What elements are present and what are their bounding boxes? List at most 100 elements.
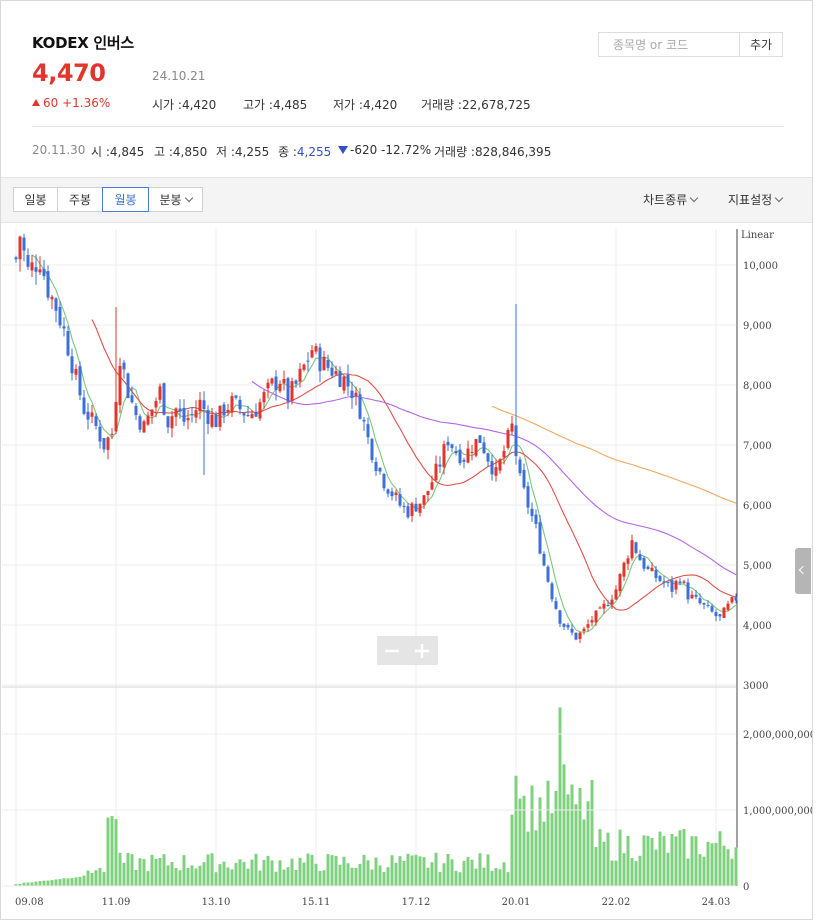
stock-chart[interactable]: Linear 10,000 9,000 8,000 7,000 6,000 5,000 4,0…: [1, 1, 812, 919]
volume-bar: [454, 870, 458, 886]
volume-bar: [338, 864, 342, 886]
candle-body: [562, 623, 566, 627]
candle-body: [278, 383, 282, 392]
x-tick-label: 17.12: [402, 897, 431, 908]
volume-bar: [94, 870, 98, 886]
candle-body: [722, 607, 726, 618]
volume-bar: [142, 859, 146, 886]
volume-bar: [198, 865, 202, 886]
candle-body: [590, 620, 594, 623]
candle-body: [474, 439, 478, 456]
candle-body: [398, 494, 402, 506]
volume-bar: [474, 868, 478, 886]
volume-bar: [182, 855, 186, 886]
candle-body: [26, 255, 30, 267]
candle-body: [158, 386, 162, 400]
x-tick-label: 22.02: [602, 897, 631, 908]
volume-bar: [130, 854, 134, 886]
candle-body: [350, 390, 354, 399]
volume-bar: [370, 869, 374, 886]
volume-bar: [250, 859, 254, 886]
candle-body: [170, 416, 174, 429]
zoom-control[interactable]: [377, 636, 438, 665]
volume-bar: [62, 878, 66, 886]
candle-body: [274, 376, 278, 390]
candle-body: [606, 605, 610, 607]
candle-body: [638, 554, 642, 561]
volume-bar: [154, 858, 158, 886]
volume-bar: [354, 867, 358, 886]
volume-bar: [246, 868, 250, 886]
volume-bar: [590, 780, 594, 886]
candle-body: [490, 461, 494, 475]
candle-body: [38, 269, 42, 273]
volume-bar: [238, 859, 242, 886]
candle-body: [358, 394, 362, 419]
volume-bar: [430, 862, 434, 886]
candle-body: [422, 495, 426, 505]
side-panel-toggle[interactable]: [795, 548, 811, 594]
candle-body: [430, 482, 434, 490]
candle-body: [130, 395, 134, 403]
candle-body: [30, 262, 34, 271]
volume-bar: [498, 869, 502, 886]
candle-body: [182, 407, 186, 422]
volume-bar: [378, 865, 382, 886]
volume-bar: [542, 821, 546, 886]
candle-body: [54, 298, 58, 311]
volume-bar: [334, 856, 338, 886]
volume-bar: [722, 845, 726, 886]
candle-body: [530, 508, 534, 517]
volume-bar: [234, 862, 238, 886]
candle-body: [642, 558, 646, 569]
candle-body: [294, 380, 298, 384]
volume-bar: [538, 797, 542, 886]
candle-body: [366, 424, 370, 438]
volume-bar: [586, 801, 590, 886]
volume-bar: [82, 875, 86, 886]
volume-bar: [350, 867, 354, 886]
candle-body: [450, 444, 454, 448]
candle-body: [318, 347, 322, 372]
candle-body: [678, 581, 682, 584]
volume-bar: [606, 832, 610, 886]
candle-body: [50, 296, 54, 300]
tab-monthly[interactable]: 월봉: [102, 187, 149, 212]
candle-body: [122, 362, 126, 370]
candle-body: [374, 461, 378, 472]
volume-bar: [694, 836, 698, 886]
candle-body: [194, 410, 198, 418]
volume-bar: [74, 877, 78, 886]
candle-body: [282, 378, 286, 383]
volume-bar: [98, 867, 102, 886]
volume-bar: [58, 879, 62, 886]
volume-bar: [162, 854, 166, 886]
candle-body: [610, 599, 614, 605]
candle-body: [566, 624, 570, 628]
candle-body: [298, 368, 302, 382]
candle-body: [78, 366, 82, 396]
volume-tick-label: 0: [743, 882, 749, 893]
candle-body: [262, 392, 266, 403]
candle-body: [146, 415, 150, 425]
volume-bar: [302, 862, 306, 886]
candle-body: [534, 514, 538, 524]
candle-body: [86, 411, 90, 420]
volume-bar: [358, 863, 362, 886]
volume-bar: [670, 834, 674, 886]
candle-body: [110, 433, 114, 435]
volume-bar: [206, 854, 210, 886]
candle-body: [238, 399, 242, 410]
candle-body: [178, 408, 182, 412]
volume-bar: [614, 860, 618, 886]
candle-body: [246, 415, 250, 417]
volume-bar: [230, 869, 234, 886]
volume-bar: [598, 829, 602, 886]
candle-body: [506, 430, 510, 448]
volume-bar: [118, 852, 122, 886]
candle-body: [394, 492, 398, 496]
candle-body: [454, 450, 458, 454]
candle-body: [578, 632, 582, 639]
candle-body: [346, 374, 350, 387]
candle-body: [522, 469, 526, 488]
